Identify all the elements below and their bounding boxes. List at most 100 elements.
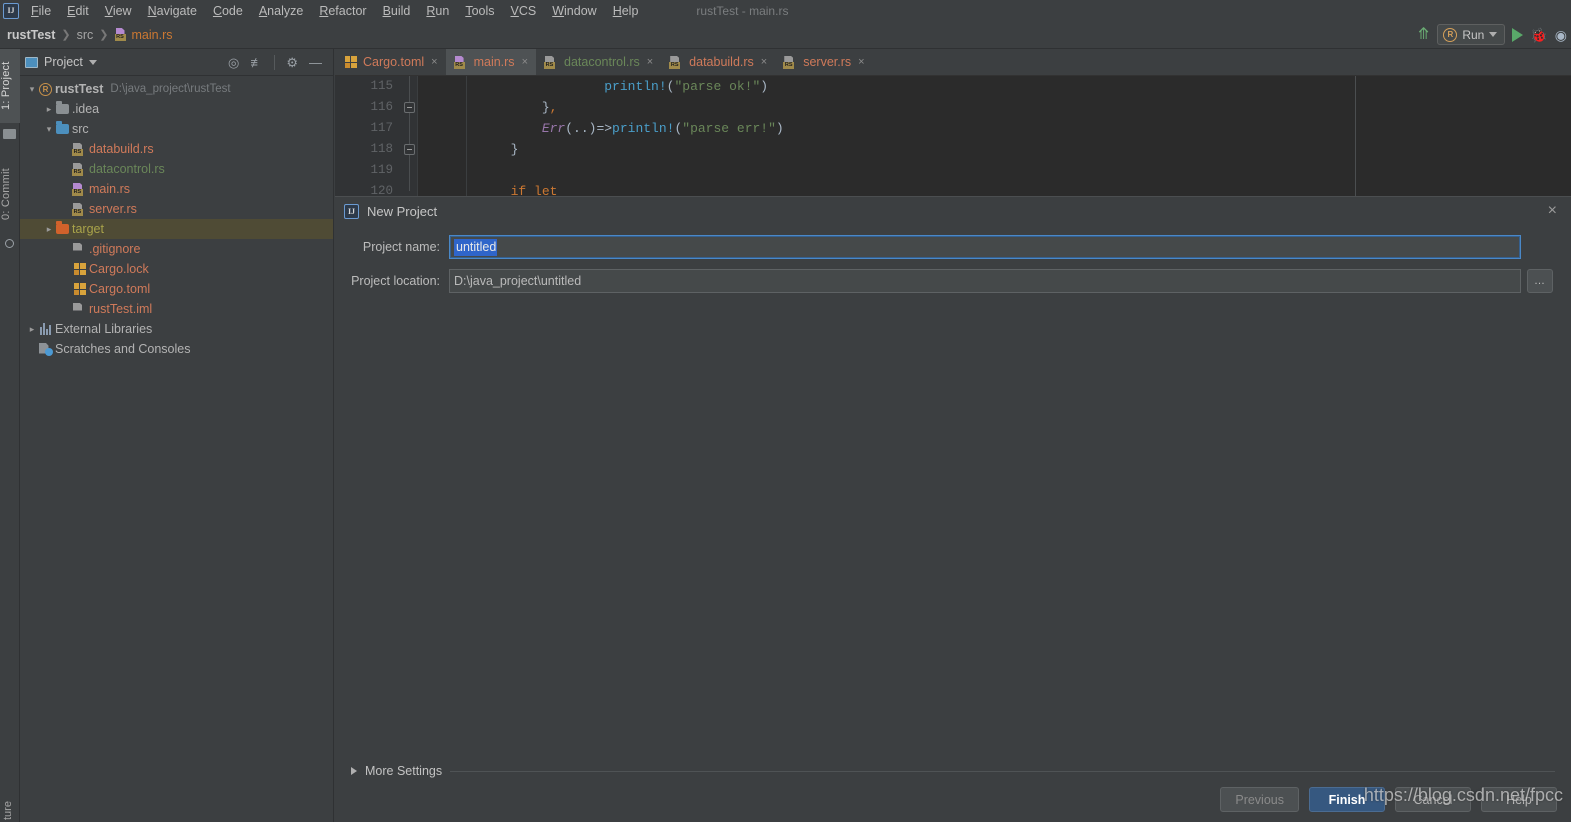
- sidebar-tab-project[interactable]: 1: Project: [0, 49, 20, 123]
- breadcrumb-separator-1: ❯: [61, 29, 71, 41]
- previous-button[interactable]: Previous: [1220, 787, 1299, 812]
- tree-item-label: datacontrol.rs: [89, 162, 165, 176]
- menu-item-code[interactable]: Code: [205, 2, 251, 20]
- menu-item-analyze[interactable]: Analyze: [251, 2, 311, 20]
- help-button[interactable]: Help: [1481, 787, 1557, 812]
- tree-row[interactable]: RS main.rs: [20, 179, 333, 199]
- menu-item-file[interactable]: File: [23, 2, 59, 20]
- cargo-lock-icon: [72, 263, 87, 275]
- editor-tab-label: databuild.rs: [689, 55, 754, 69]
- project-tool-window: Project ◎ ≢ ⚙ — ▾ RrustTest D:\java_projec…: [20, 49, 334, 822]
- menu-item-window[interactable]: Window: [544, 2, 604, 20]
- menu-item-help[interactable]: Help: [605, 2, 647, 20]
- fold-toggle-icon[interactable]: [404, 102, 415, 113]
- close-icon[interactable]: ×: [1540, 203, 1565, 219]
- scratches-icon: [38, 342, 53, 356]
- locate-icon[interactable]: ◎: [228, 56, 239, 69]
- run-configuration-selector[interactable]: R Run: [1437, 24, 1506, 45]
- chevron-right-icon[interactable]: ▸: [43, 224, 55, 235]
- tree-item-label: src: [72, 122, 89, 136]
- cargo-toml-icon: [72, 283, 87, 295]
- menu-item-navigate[interactable]: Navigate: [140, 2, 205, 20]
- tree-row[interactable]: Cargo.lock: [20, 259, 333, 279]
- fold-toggle-icon[interactable]: [404, 144, 415, 155]
- collapse-all-icon[interactable]: ≢: [250, 56, 263, 69]
- project-location-input[interactable]: D:\java_project\untitled: [449, 269, 1521, 293]
- menu-item-build[interactable]: Build: [375, 2, 419, 20]
- menu-item-run[interactable]: Run: [418, 2, 457, 20]
- line-number: 117: [370, 121, 393, 135]
- chevron-right-icon[interactable]: ▸: [26, 324, 38, 335]
- tree-item-label: rustTest: [55, 82, 104, 96]
- close-icon[interactable]: ×: [647, 56, 653, 68]
- chevron-right-icon[interactable]: ▸: [43, 104, 55, 115]
- sidebar-tab-structure[interactable]: ture: [2, 764, 18, 820]
- chevron-down-icon[interactable]: ▾: [26, 84, 38, 95]
- code-line: },: [541, 100, 558, 115]
- menu-item-vcs[interactable]: VCS: [503, 2, 545, 20]
- tree-row[interactable]: RS databuild.rs: [20, 139, 333, 159]
- sidebar-tab-commit[interactable]: 0: Commit: [0, 154, 20, 234]
- editor-tab-datacontrol-rs[interactable]: RS datacontrol.rs ×: [536, 49, 661, 75]
- project-name-input[interactable]: untitled: [449, 235, 1521, 259]
- breadcrumb-separator-2: ❯: [99, 29, 109, 41]
- hammer-icon[interactable]: ⤊: [1417, 26, 1430, 43]
- breadcrumb-folder[interactable]: src: [77, 28, 94, 42]
- tree-row[interactable]: ▸ .idea: [20, 99, 333, 119]
- tree-row[interactable]: Cargo.toml: [20, 279, 333, 299]
- code-line: println!("parse ok!"): [604, 79, 769, 94]
- menu-item-refactor[interactable]: Refactor: [311, 2, 374, 20]
- rust-file-icon: RS: [669, 55, 684, 69]
- editor-tab-main-rs[interactable]: RS main.rs ×: [445, 49, 537, 75]
- play-icon[interactable]: [1512, 27, 1524, 42]
- tree-row[interactable]: ▾ src: [20, 119, 333, 139]
- folder-icon: [3, 129, 16, 139]
- rust-icon: R: [1443, 27, 1458, 42]
- window-title: rustTest - main.rs: [696, 3, 789, 18]
- project-location-label: Project location:: [351, 274, 440, 288]
- iml-file-icon: [72, 302, 87, 316]
- tree-row[interactable]: ▸ target: [20, 219, 333, 239]
- editor-tab-label: Cargo.toml: [363, 55, 425, 69]
- rust-file-icon: RS: [114, 28, 128, 41]
- project-panel-title-group[interactable]: Project: [25, 55, 97, 69]
- more-icon[interactable]: ◉: [1555, 28, 1567, 42]
- tree-row[interactable]: ▾ RrustTest D:\java_project\rustTest: [20, 79, 333, 99]
- editor-tab-server-rs[interactable]: RS server.rs ×: [775, 49, 872, 75]
- finish-button[interactable]: Finish: [1309, 787, 1385, 812]
- tree-row[interactable]: RS server.rs: [20, 199, 333, 219]
- minimize-icon[interactable]: —: [309, 56, 322, 69]
- menu-item-tools[interactable]: Tools: [457, 2, 502, 20]
- menu-item-edit[interactable]: Edit: [59, 2, 97, 20]
- menu-item-view[interactable]: View: [97, 2, 140, 20]
- close-icon[interactable]: ×: [761, 56, 767, 68]
- tree-item-path: D:\java_project\rustTest: [110, 83, 231, 95]
- tree-item-label: server.rs: [89, 202, 137, 216]
- left-tool-strip: 1: Project 0: Commit ture: [0, 49, 20, 822]
- tree-row[interactable]: RS datacontrol.rs: [20, 159, 333, 179]
- code-line: }: [510, 142, 519, 157]
- project-panel-header: Project ◎ ≢ ⚙ —: [20, 49, 333, 76]
- close-icon[interactable]: ×: [858, 56, 864, 68]
- tree-row[interactable]: rustTest.iml: [20, 299, 333, 319]
- tree-row[interactable]: ▸ External Libraries: [20, 319, 333, 339]
- editor-tab-databuild-rs[interactable]: RS databuild.rs ×: [661, 49, 775, 75]
- cargo-toml-icon: [343, 56, 358, 68]
- breadcrumb-file[interactable]: main.rs: [132, 28, 173, 42]
- dialog-button-bar: Previous Finish Cancel Help: [1220, 787, 1557, 812]
- gear-icon[interactable]: ⚙: [286, 56, 298, 69]
- browse-button[interactable]: …: [1527, 269, 1553, 293]
- bug-icon[interactable]: 🐞: [1530, 28, 1547, 42]
- project-location-value: D:\java_project\untitled: [454, 274, 582, 288]
- tree-row[interactable]: Scratches and Consoles: [20, 339, 333, 359]
- chevron-down-icon[interactable]: ▾: [43, 124, 55, 135]
- chevron-down-icon[interactable]: [88, 59, 97, 65]
- cancel-button[interactable]: Cancel: [1395, 787, 1471, 812]
- tree-item-label: databuild.rs: [89, 142, 154, 156]
- breadcrumb-project[interactable]: rustTest: [7, 28, 55, 42]
- close-icon[interactable]: ×: [522, 56, 528, 68]
- tree-row[interactable]: .gitignore: [20, 239, 333, 259]
- close-icon[interactable]: ×: [431, 56, 437, 68]
- more-settings-section[interactable]: More Settings: [351, 764, 1555, 778]
- editor-tab-Cargo-toml[interactable]: Cargo.toml ×: [335, 49, 446, 75]
